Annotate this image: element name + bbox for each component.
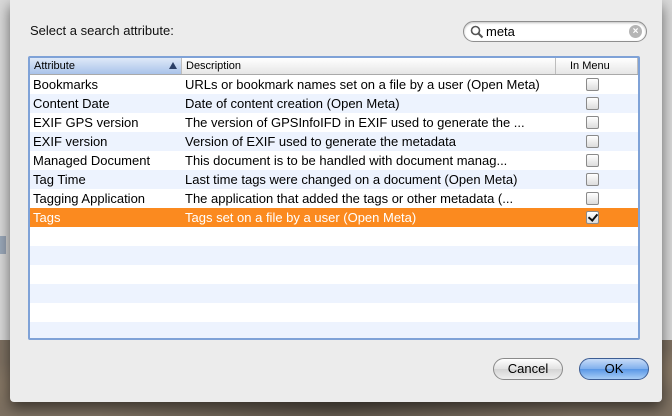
in-menu-checkbox[interactable] xyxy=(586,97,599,110)
table-row[interactable]: Bookmarks URLs or bookmark names set on a… xyxy=(30,75,638,94)
table-row[interactable]: Content Date Date of content creation (Op… xyxy=(30,94,638,113)
table-row[interactable]: Tags Tags set on a file by a user (Open M… xyxy=(30,208,638,227)
attribute-cell: Tag Time xyxy=(33,172,86,187)
attribute-cell: Tagging Application xyxy=(33,191,146,206)
attribute-table[interactable]: Attribute Description In Menu Bookmarks U… xyxy=(28,56,640,340)
table-row[interactable]: EXIF GPS version The version of GPSInfoIF… xyxy=(30,113,638,132)
description-cell: The version of GPSInfoIFD in EXIF used t… xyxy=(185,115,525,130)
column-header-label: Description xyxy=(186,60,242,72)
empty-table-row xyxy=(30,322,638,338)
empty-table-row xyxy=(30,246,638,265)
clear-search-icon[interactable]: × xyxy=(629,25,642,38)
ok-button[interactable]: OK xyxy=(579,358,649,380)
background-selection-stripe xyxy=(0,236,6,254)
in-menu-checkbox[interactable] xyxy=(586,211,599,224)
sort-ascending-icon xyxy=(169,62,177,69)
empty-table-row xyxy=(30,227,638,246)
attribute-cell: Managed Document xyxy=(33,153,151,168)
magnifier-icon xyxy=(470,25,484,39)
empty-table-row xyxy=(30,284,638,303)
description-cell: Date of content creation (Open Meta) xyxy=(185,96,400,111)
table-row[interactable]: Tagging Application The application that … xyxy=(30,189,638,208)
attribute-cell: Bookmarks xyxy=(33,77,99,92)
description-cell: URLs or bookmark names set on a file by … xyxy=(185,77,540,92)
column-header-description[interactable]: Description xyxy=(182,58,556,74)
table-header: Attribute Description In Menu xyxy=(30,58,638,75)
in-menu-checkbox[interactable] xyxy=(586,154,599,167)
search-attribute-sheet: Select a search attribute: × Attribute D… xyxy=(10,0,662,402)
description-cell: Tags set on a file by a user (Open Meta) xyxy=(185,210,417,225)
table-body: Bookmarks URLs or bookmark names set on a… xyxy=(30,75,638,338)
cancel-button[interactable]: Cancel xyxy=(493,358,563,380)
in-menu-checkbox[interactable] xyxy=(586,78,599,91)
search-input[interactable] xyxy=(486,23,624,40)
attribute-cell: EXIF GPS version xyxy=(33,115,139,130)
table-row[interactable]: Managed Document This document is to be h… xyxy=(30,151,638,170)
in-menu-checkbox[interactable] xyxy=(586,116,599,129)
description-cell: This document is to be handled with docu… xyxy=(185,153,508,168)
dialog-prompt: Select a search attribute: xyxy=(30,23,174,38)
description-cell: Version of EXIF used to generate the met… xyxy=(185,134,457,149)
column-header-label: In Menu xyxy=(570,60,610,72)
table-row[interactable]: Tag Time Last time tags were changed on a… xyxy=(30,170,638,189)
in-menu-checkbox[interactable] xyxy=(586,173,599,186)
in-menu-checkbox[interactable] xyxy=(586,135,599,148)
attribute-cell: Tags xyxy=(33,210,61,225)
attribute-cell: Content Date xyxy=(33,96,110,111)
empty-table-row xyxy=(30,265,638,284)
column-header-attribute[interactable]: Attribute xyxy=(30,58,182,74)
table-row[interactable]: EXIF version Version of EXIF used to gene… xyxy=(30,132,638,151)
description-cell: The application that added the tags or o… xyxy=(185,191,514,206)
column-header-label: Attribute xyxy=(34,60,75,72)
description-cell: Last time tags were changed on a documen… xyxy=(185,172,518,187)
search-field[interactable]: × xyxy=(463,21,647,42)
column-header-in-menu[interactable]: In Menu xyxy=(556,58,638,74)
in-menu-checkbox[interactable] xyxy=(586,192,599,205)
empty-table-row xyxy=(30,303,638,322)
attribute-cell: EXIF version xyxy=(33,134,108,149)
